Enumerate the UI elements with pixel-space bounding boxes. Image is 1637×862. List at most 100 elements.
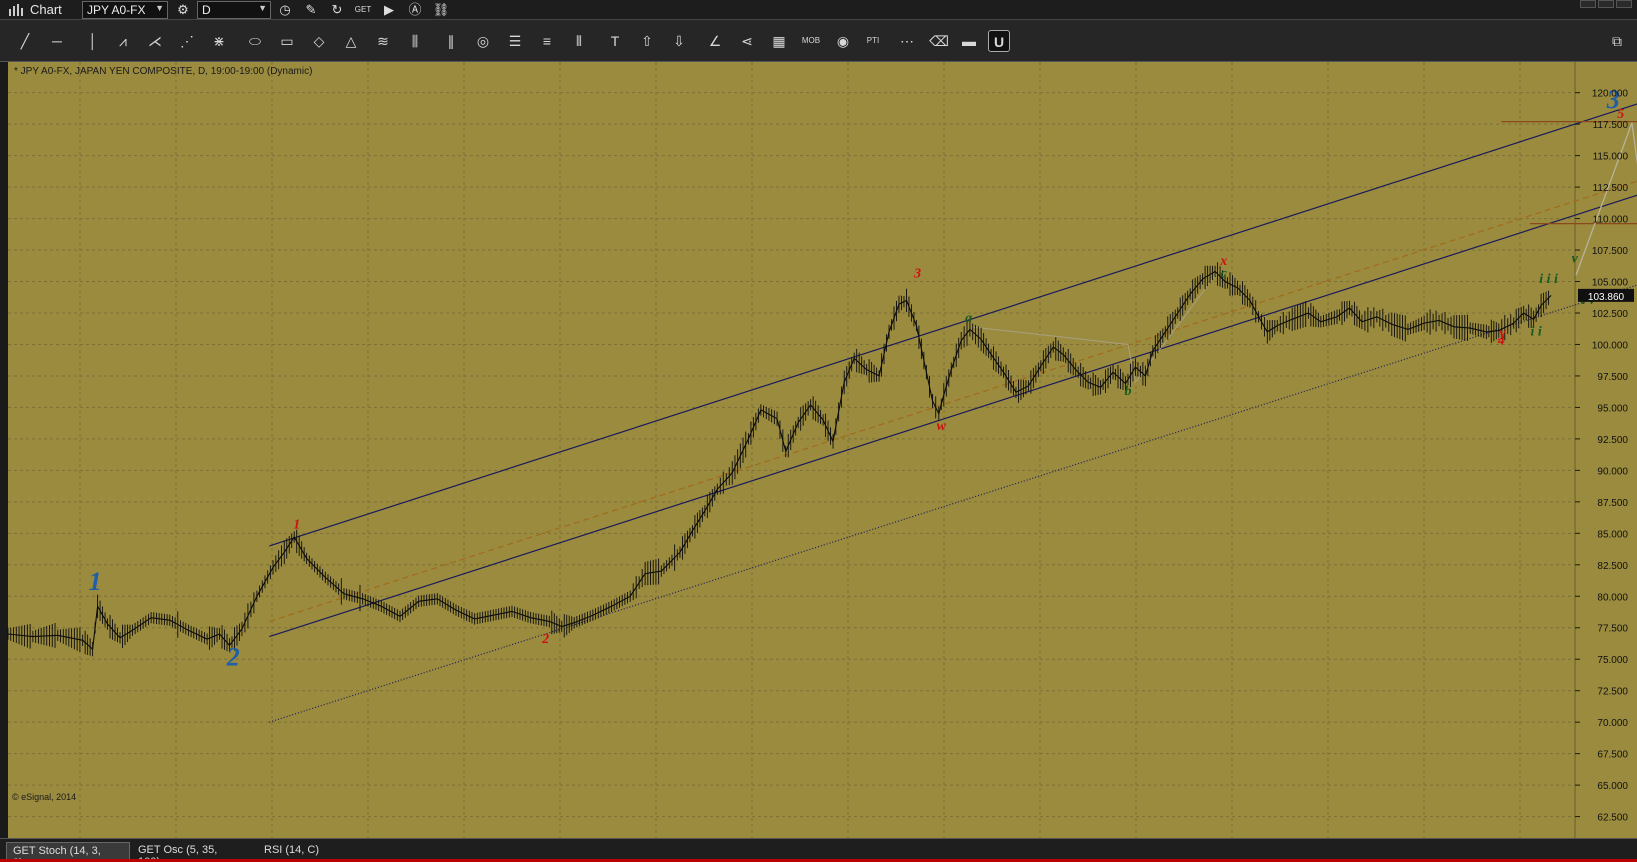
rectangle-tool-icon[interactable]: ▭ bbox=[276, 30, 298, 52]
grid-tool-icon[interactable]: ▦ bbox=[768, 30, 790, 52]
wave-label: a bbox=[965, 311, 972, 326]
fan-tool-icon[interactable]: ⋰ bbox=[176, 30, 198, 52]
y-tick-label: 80.000 bbox=[1597, 592, 1628, 603]
symbol-value: JPY A0-FX bbox=[87, 3, 146, 17]
y-tick-label: 67.500 bbox=[1597, 750, 1628, 761]
angle-tool-icon[interactable]: ∠ bbox=[704, 30, 726, 52]
play-icon[interactable]: ▶ bbox=[380, 2, 398, 18]
wave-label: 2 bbox=[226, 643, 240, 672]
chart-area[interactable]: 12312345wxyabci i ivi vi i 120.000117.50… bbox=[0, 62, 1637, 838]
pencil-icon[interactable]: ✎ bbox=[302, 2, 320, 18]
cursor-tool-icon[interactable]: ▬ bbox=[958, 30, 980, 52]
y-tick-label: 117.500 bbox=[1593, 120, 1629, 131]
wave-label: i i bbox=[1530, 325, 1541, 340]
last-price-marker: 103.860 bbox=[1578, 288, 1634, 303]
study-tab-rsi[interactable]: RSI (14, C) bbox=[258, 842, 338, 860]
zigzag-tool-icon[interactable]: ⩘ bbox=[112, 30, 134, 52]
last-price-label: 103.860 bbox=[1588, 292, 1625, 303]
y-tick-label: 120.000 bbox=[1592, 89, 1629, 100]
wave-label: v bbox=[1572, 252, 1579, 267]
get-icon[interactable]: GET bbox=[354, 2, 372, 18]
vertical-line-tool-icon[interactable]: │ bbox=[82, 30, 104, 52]
wave-label: b bbox=[1124, 384, 1131, 399]
interval-value: D bbox=[202, 3, 211, 17]
ellipse-tool-icon[interactable]: ⬭ bbox=[244, 30, 266, 52]
y-tick-label: 90.000 bbox=[1597, 466, 1628, 477]
arrow-down-tool-icon[interactable]: ⇩ bbox=[668, 30, 690, 52]
pti-tool-icon[interactable]: PTI bbox=[862, 30, 884, 52]
pattern-tool-icon[interactable]: ⋯ bbox=[896, 30, 918, 52]
study-tab-rsi-label: RSI (14, C) bbox=[264, 844, 320, 856]
fib-retrace-tool-icon[interactable]: ☰ bbox=[504, 30, 526, 52]
y-tick-label: 102.500 bbox=[1592, 309, 1629, 320]
eye-tool-icon[interactable]: ◉ bbox=[832, 30, 854, 52]
y-tick-label: 105.000 bbox=[1592, 278, 1629, 289]
text-tool-icon[interactable]: T bbox=[604, 30, 626, 52]
window-title: Chart bbox=[30, 2, 62, 17]
symbol-input[interactable]: JPY A0-FX ▼ bbox=[82, 1, 168, 19]
wave-label: 3 bbox=[913, 267, 921, 282]
link-icon[interactable]: ⛓ bbox=[432, 2, 450, 18]
wave-label: 2 bbox=[541, 632, 549, 647]
price-chart[interactable]: 12312345wxyabci i ivi vi i 120.000117.50… bbox=[0, 62, 1637, 838]
y-tick-label: 92.500 bbox=[1597, 435, 1628, 446]
diamond-tool-icon[interactable]: ◇ bbox=[308, 30, 330, 52]
chart-header: * JPY A0-FX, JAPAN YEN COMPOSITE, D, 19:… bbox=[14, 66, 312, 77]
chevron-down-icon[interactable]: ▼ bbox=[258, 3, 267, 13]
fib-extension-tool-icon[interactable]: ≡ bbox=[536, 30, 558, 52]
channel-tool-icon[interactable]: ≋ bbox=[372, 30, 394, 52]
fork-tool-icon[interactable]: ⋌ bbox=[144, 30, 166, 52]
drawing-toolbar: ╱ ─ │ ⩘ ⋌ ⋰ ⋇ ⬭ ▭ ◇ △ ≋ ⫼ ∥ ◎ ☰ ≡ ⦀ T ⇧ … bbox=[0, 20, 1637, 62]
y-tick-label: 100.000 bbox=[1592, 340, 1629, 351]
wave-label: 1 bbox=[89, 567, 102, 596]
y-tick-label: 95.000 bbox=[1597, 403, 1628, 414]
plot-background bbox=[8, 62, 1575, 838]
study-tab-osc[interactable]: GET Osc (5, 35, 100) bbox=[132, 842, 248, 862]
target-tool-icon[interactable]: ◎ bbox=[472, 30, 494, 52]
chevron-down-icon[interactable]: ▼ bbox=[155, 3, 164, 13]
y-tick-label: 70.000 bbox=[1597, 718, 1628, 729]
parallel-lines-tool-icon[interactable]: ∥ bbox=[440, 30, 462, 52]
wave-label: w bbox=[937, 419, 947, 434]
y-tick-label: 65.000 bbox=[1597, 781, 1628, 792]
y-tick-label: 85.000 bbox=[1597, 529, 1628, 540]
y-tick-label: 110.000 bbox=[1593, 215, 1629, 226]
y-tick-label: 97.500 bbox=[1597, 372, 1628, 383]
speed-lines-tool-icon[interactable]: ⋖ bbox=[736, 30, 758, 52]
wave-label: c bbox=[1221, 267, 1228, 282]
copyright-label: © eSignal, 2014 bbox=[12, 792, 76, 802]
settings-panel-icon[interactable]: ⧉ bbox=[1606, 30, 1628, 52]
cycle-tool-icon[interactable]: ⫼ bbox=[404, 30, 426, 52]
y-tick-label: 112.500 bbox=[1593, 183, 1629, 194]
y-tick-label: 75.000 bbox=[1597, 655, 1628, 666]
wave-label: y bbox=[1497, 326, 1506, 341]
time-zones-tool-icon[interactable]: ⦀ bbox=[568, 30, 590, 52]
refresh-icon[interactable]: ↻ bbox=[328, 2, 346, 18]
y-tick-label: 107.500 bbox=[1592, 246, 1629, 257]
a-icon[interactable]: Ⓐ bbox=[406, 2, 424, 18]
timer-icon[interactable]: ◷ bbox=[276, 2, 294, 18]
triangle-tool-icon[interactable]: △ bbox=[340, 30, 362, 52]
horizontal-line-tool-icon[interactable]: ─ bbox=[46, 30, 68, 52]
study-tab-stoch[interactable]: GET Stoch (14, 3, 3)× bbox=[6, 842, 130, 862]
gear-icon[interactable]: ⚙ bbox=[174, 2, 192, 18]
close-button[interactable] bbox=[1616, 0, 1632, 8]
magnet-tool-icon[interactable]: U bbox=[988, 30, 1010, 52]
eraser-tool-icon[interactable]: ⌫ bbox=[928, 30, 950, 52]
arrow-up-tool-icon[interactable]: ⇧ bbox=[636, 30, 658, 52]
interval-select[interactable]: D ▼ bbox=[197, 1, 271, 19]
wave-label: 1 bbox=[293, 517, 300, 532]
trendline-tool-icon[interactable]: ╱ bbox=[14, 30, 36, 52]
y-tick-label: 72.500 bbox=[1597, 687, 1628, 698]
mob-tool-icon[interactable]: MOB bbox=[800, 30, 822, 52]
wave-label: i i i bbox=[1539, 272, 1558, 287]
y-tick-label: 82.500 bbox=[1597, 561, 1628, 572]
maximize-button[interactable] bbox=[1598, 0, 1614, 8]
minimize-button[interactable] bbox=[1580, 0, 1596, 8]
y-tick-label: 87.500 bbox=[1597, 498, 1628, 509]
y-tick-label: 115.000 bbox=[1593, 152, 1629, 163]
gann-tool-icon[interactable]: ⋇ bbox=[208, 30, 230, 52]
y-tick-label: 62.500 bbox=[1597, 813, 1628, 824]
y-tick-label: 77.500 bbox=[1597, 624, 1628, 635]
window-titlebar: Chart JPY A0-FX ▼ ⚙ D ▼ ◷ ✎ ↻ GET ▶ Ⓐ ⛓ bbox=[0, 0, 1637, 20]
